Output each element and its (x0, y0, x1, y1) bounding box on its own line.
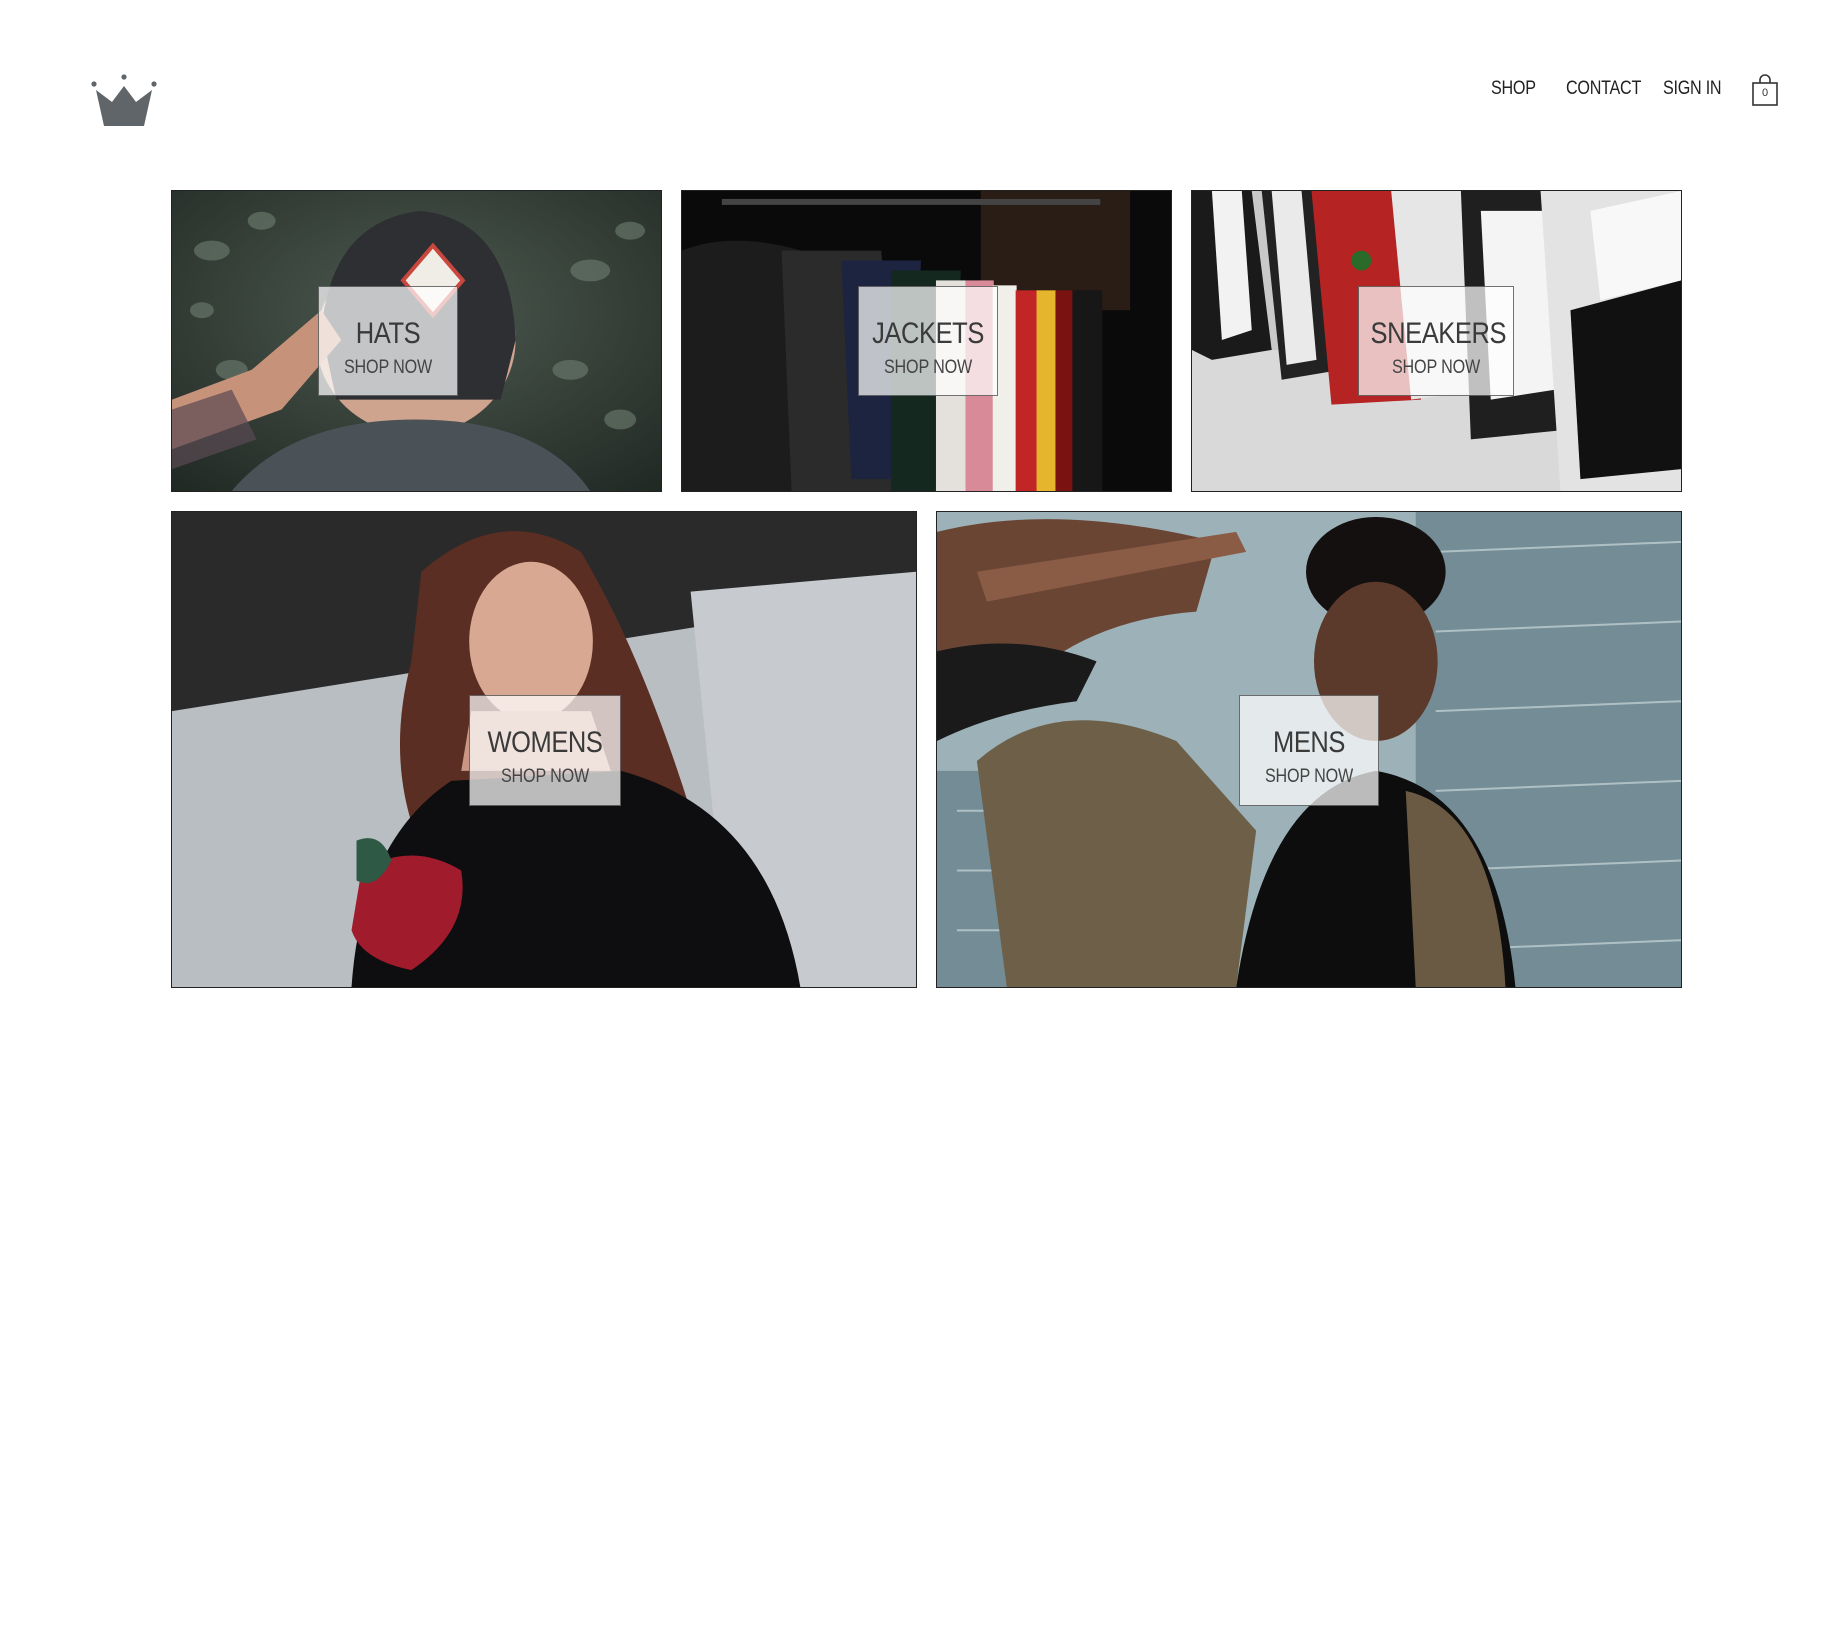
cart-count: 0 (1761, 87, 1769, 99)
nav-shop[interactable]: SHOP (1491, 78, 1536, 100)
category-label: JACKETS SHOP NOW (858, 286, 998, 396)
category-label: MENS SHOP NOW (1239, 695, 1379, 806)
category-title: HATS (355, 317, 421, 350)
category-label: SNEAKERS SHOP NOW (1358, 286, 1514, 396)
category-tile-hats[interactable]: HATS SHOP NOW (171, 190, 662, 492)
category-title: WOMENS (487, 726, 603, 759)
category-tile-sneakers[interactable]: SNEAKERS SHOP NOW (1191, 190, 1682, 492)
shop-now-link[interactable]: SHOP NOW (1250, 766, 1367, 788)
main-nav: SHOP CONTACT SIGN IN (0, 78, 1845, 108)
category-title: JACKETS (872, 317, 984, 350)
category-tile-mens[interactable]: MENS SHOP NOW (936, 511, 1682, 988)
category-tile-womens[interactable]: WOMENS SHOP NOW (171, 511, 917, 988)
shop-now-link[interactable]: SHOP NOW (869, 357, 986, 379)
nav-sign-in[interactable]: SIGN IN (1663, 78, 1722, 100)
category-title: SNEAKERS (1370, 317, 1507, 350)
shop-now-link[interactable]: SHOP NOW (329, 357, 446, 379)
category-title: MENS (1273, 726, 1345, 759)
category-label: HATS SHOP NOW (318, 286, 458, 396)
site-header: SHOP CONTACT SIGN IN 0 (0, 0, 1845, 160)
shop-now-link[interactable]: SHOP NOW (481, 766, 609, 788)
nav-contact[interactable]: CONTACT (1566, 78, 1641, 100)
cart-button[interactable]: 0 (1750, 74, 1780, 106)
category-label: WOMENS SHOP NOW (469, 695, 621, 806)
category-tile-jackets[interactable]: JACKETS SHOP NOW (681, 190, 1172, 492)
shop-now-link[interactable]: SHOP NOW (1371, 357, 1502, 379)
